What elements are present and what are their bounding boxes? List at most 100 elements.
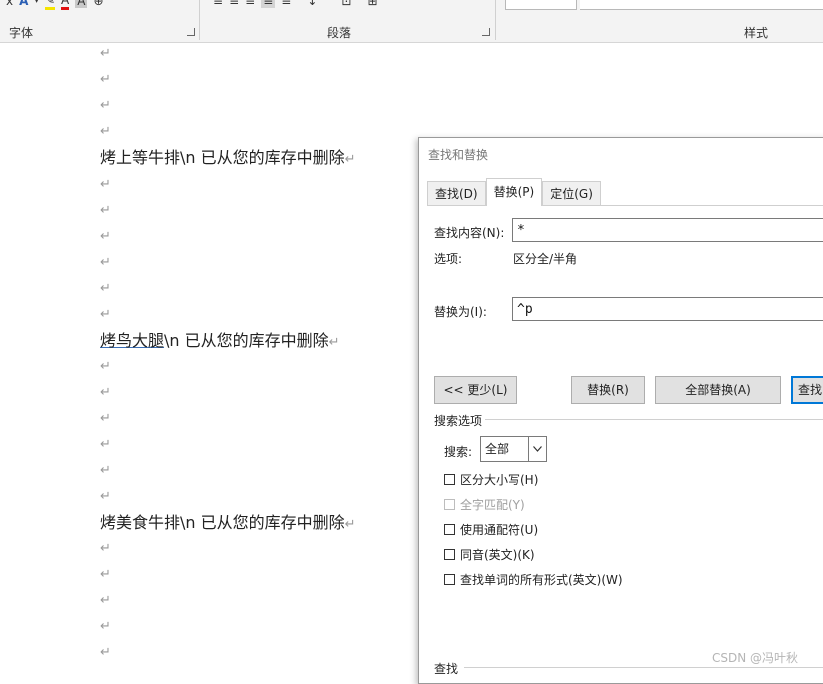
checkbox-box[interactable] <box>444 549 455 560</box>
replace-with-input[interactable]: ^p <box>512 297 823 321</box>
shading-icon[interactable]: ⊡ <box>341 0 351 8</box>
ribbon: x A ▾ ✎ A A ⊕ 字体 ≡ ≡ ≡ ≡ ≡ ↕ ⊡ ⊞ 段落 样式 <box>0 0 823 43</box>
replace-all-button[interactable]: 全部替换(A) <box>655 376 781 404</box>
tab-goto[interactable]: 定位(G) <box>542 181 601 206</box>
align-center-icon[interactable]: ≡ <box>229 0 239 8</box>
tab-replace[interactable]: 替换(P) <box>485 178 543 206</box>
document-line[interactable]: ↵ <box>100 456 111 482</box>
paragraph-dialog-launcher-icon[interactable] <box>482 28 490 36</box>
paragraph-mark-icon: ↵ <box>344 517 356 532</box>
borders-icon[interactable]: ⊞ <box>367 0 377 8</box>
distributed-icon[interactable]: ≡ <box>281 0 291 8</box>
checkbox-box[interactable] <box>444 574 455 585</box>
checkbox-box[interactable] <box>444 474 455 485</box>
checkbox-label: 区分大小写(H) <box>460 473 539 487</box>
tab-find[interactable]: 查找(D) <box>427 181 486 206</box>
whole-word-checkbox: 全字匹配(Y) <box>444 496 525 513</box>
font-dialog-launcher-icon[interactable] <box>187 28 195 36</box>
document-line[interactable]: ↵ <box>100 482 111 508</box>
line-text: \n 已从您的库存中删除 <box>164 331 329 350</box>
document-line[interactable]: ↵ <box>100 300 111 326</box>
font-toolbar: x A ▾ ✎ A A ⊕ <box>6 0 104 10</box>
sounds-like-checkbox[interactable]: 同音(英文)(K) <box>444 546 535 563</box>
clear-format-icon[interactable]: x <box>6 0 13 8</box>
line-text: 烤上等牛排\n 已从您的库存中删除 <box>100 148 345 167</box>
paragraph-mark-icon: ↵ <box>100 255 111 270</box>
replace-tab-panel: 查找内容(N): * 选项: 区分全/半角 替换为(I): ^p << 更少(L… <box>427 205 823 684</box>
text-effects-icon[interactable]: A <box>19 0 28 8</box>
paragraph-mark-icon: ↵ <box>100 46 111 61</box>
group-label-paragraph: 段落 <box>327 26 352 40</box>
search-direction-select[interactable]: 全部 <box>480 436 547 462</box>
document-line[interactable]: ↵ <box>100 586 111 612</box>
find-section-heading: 查找 <box>434 662 459 676</box>
dropdown-icon[interactable]: ▾ <box>34 0 39 6</box>
document-line[interactable]: ↵ <box>100 91 111 117</box>
group-divider <box>495 0 496 40</box>
document-line[interactable]: ↵ <box>100 638 111 664</box>
document-line[interactable]: ↵ <box>100 196 111 222</box>
style-gallery[interactable] <box>580 0 823 10</box>
paragraph-mark-icon: ↵ <box>100 385 111 400</box>
match-case-checkbox[interactable]: 区分大小写(H) <box>444 471 538 488</box>
underlined-text: 烤鸟大腿 <box>100 331 165 350</box>
font-color-icon[interactable]: A <box>61 0 70 10</box>
document-line[interactable]: 烤鸟大腿\n 已从您的库存中删除↵ <box>100 328 340 354</box>
watermark: CSDN @冯叶秋 <box>712 651 799 665</box>
document-line[interactable]: ↵ <box>100 117 111 143</box>
options-label: 选项: <box>434 252 463 266</box>
paragraph-mark-icon: ↵ <box>100 281 111 296</box>
paragraph-mark-icon: ↵ <box>344 152 356 167</box>
document-line[interactable]: ↵ <box>100 404 111 430</box>
paragraph-mark-icon: ↵ <box>100 411 111 426</box>
paragraph-mark-icon: ↵ <box>100 541 111 556</box>
document-line[interactable]: ↵ <box>100 222 111 248</box>
document-line[interactable]: ↵ <box>100 65 111 91</box>
document-line[interactable]: ↵ <box>100 248 111 274</box>
chevron-down-icon[interactable] <box>528 437 546 461</box>
paragraph-mark-icon: ↵ <box>100 124 111 139</box>
align-left-icon[interactable]: ≡ <box>213 0 223 8</box>
all-word-forms-checkbox[interactable]: 查找单词的所有形式(英文)(W) <box>444 571 623 588</box>
document-line[interactable]: ↵ <box>100 560 111 586</box>
checkbox-label: 使用通配符(U) <box>460 523 539 537</box>
document-line[interactable]: 烤上等牛排\n 已从您的库存中删除↵ <box>100 145 356 171</box>
find-next-button[interactable]: 查找 <box>791 376 823 404</box>
justify-icon[interactable]: ≡ <box>261 0 276 8</box>
checkbox-box[interactable] <box>444 524 455 535</box>
paragraph-mark-icon: ↵ <box>100 177 111 192</box>
replace-with-label: 替换为(I): <box>434 305 487 319</box>
section-divider <box>464 667 823 668</box>
paragraph-mark-icon: ↵ <box>100 593 111 608</box>
align-right-icon[interactable]: ≡ <box>245 0 255 8</box>
use-wildcards-checkbox[interactable]: 使用通配符(U) <box>444 521 538 538</box>
document-line[interactable]: ↵ <box>100 612 111 638</box>
document-line[interactable]: ↵ <box>100 378 111 404</box>
style-gallery-item[interactable] <box>505 0 577 10</box>
paragraph-mark-icon: ↵ <box>100 619 111 634</box>
paragraph-mark-icon: ↵ <box>100 229 111 244</box>
document-line[interactable]: ↵ <box>100 170 111 196</box>
enclose-char-icon[interactable]: ⊕ <box>93 0 103 8</box>
checkbox-label: 同音(英文)(K) <box>460 548 535 562</box>
paragraph-mark-icon: ↵ <box>100 645 111 660</box>
paragraph-mark-icon: ↵ <box>100 437 111 452</box>
find-what-input[interactable]: * <box>512 218 823 242</box>
document-line[interactable]: ↵ <box>100 352 111 378</box>
document-line[interactable]: 烤美食牛排\n 已从您的库存中删除↵ <box>100 510 356 536</box>
options-value: 区分全/半角 <box>513 252 578 266</box>
paragraph-mark-icon: ↵ <box>100 203 111 218</box>
replace-button[interactable]: 替换(R) <box>571 376 645 404</box>
line-spacing-icon[interactable]: ↕ <box>307 0 317 8</box>
document-line[interactable]: ↵ <box>100 274 111 300</box>
document-line[interactable]: ↵ <box>100 39 111 65</box>
document-line[interactable]: ↵ <box>100 430 111 456</box>
paragraph-mark-icon: ↵ <box>328 335 340 350</box>
char-shading-icon[interactable]: A <box>75 0 88 8</box>
checkbox-label: 查找单词的所有形式(英文)(W) <box>460 573 623 587</box>
highlight-icon[interactable]: ✎ <box>44 0 55 10</box>
paragraph-mark-icon: ↵ <box>100 307 111 322</box>
less-button[interactable]: << 更少(L) <box>434 376 517 404</box>
document-line[interactable]: ↵ <box>100 534 111 560</box>
search-direction-value: 全部 <box>485 442 510 456</box>
